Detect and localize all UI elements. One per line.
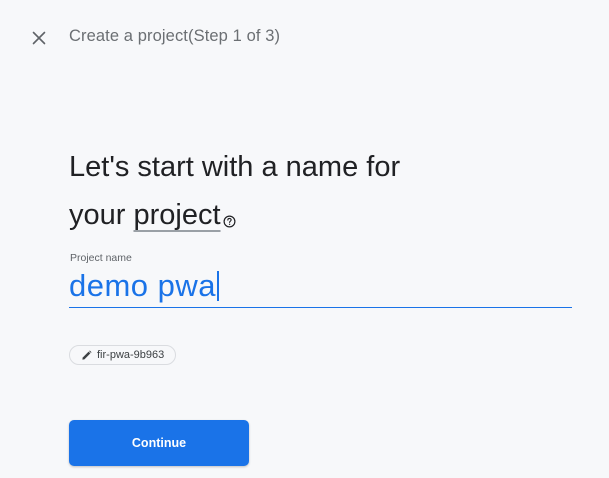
heading-line-1: Let's start with a name for xyxy=(69,151,401,183)
pencil-icon xyxy=(82,349,92,360)
text-caret xyxy=(217,271,219,301)
close-button[interactable] xyxy=(27,26,51,50)
project-name-label: Project name xyxy=(70,252,132,264)
question-circle-icon[interactable] xyxy=(223,195,236,243)
page-heading: Let's start with a name for your project xyxy=(69,143,539,243)
close-icon xyxy=(32,31,46,45)
step-title: Create a project(Step 1 of 3) xyxy=(69,27,281,45)
project-name-field: Project name demo pwa xyxy=(69,252,572,308)
project-term-link[interactable]: project xyxy=(133,199,220,231)
project-name-value[interactable]: demo pwa xyxy=(69,268,216,304)
create-project-page: Create a project(Step 1 of 3) Let's star… xyxy=(0,0,609,478)
heading-line-2: your project xyxy=(69,191,539,243)
heading-line-2-prefix: your xyxy=(69,199,134,231)
continue-button[interactable]: Continue xyxy=(69,420,249,466)
project-id-value: fir-pwa-9b963 xyxy=(97,349,165,361)
project-id-chip[interactable]: fir-pwa-9b963 xyxy=(69,345,177,365)
project-name-input[interactable]: demo pwa xyxy=(69,266,572,306)
project-name-underline xyxy=(69,307,572,308)
